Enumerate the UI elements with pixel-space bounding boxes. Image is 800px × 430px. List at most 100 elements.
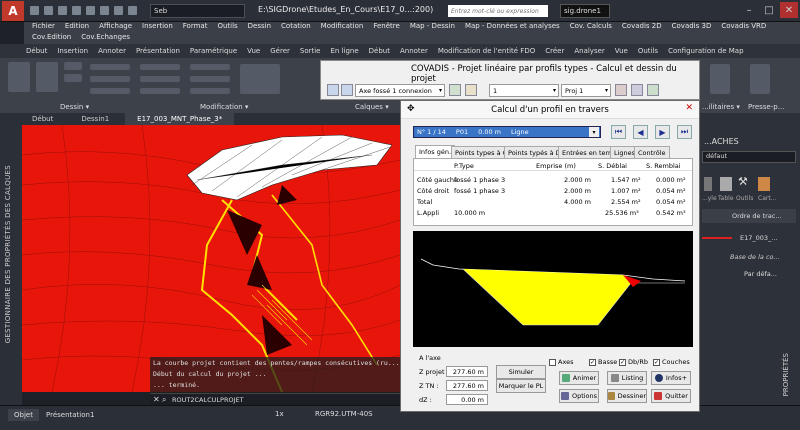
- ribbon-tab-14[interactable]: Vue: [615, 47, 628, 55]
- ribbon-tab-8[interactable]: En ligne: [330, 47, 358, 55]
- trim-tool-icon[interactable]: [190, 64, 230, 70]
- options-button[interactable]: Options: [559, 389, 599, 403]
- listing-button[interactable]: Listing: [607, 371, 647, 385]
- plot-icon[interactable]: [86, 6, 95, 15]
- ribbon-tab-3[interactable]: Présentation: [136, 47, 180, 55]
- table-row[interactable]: Côté droit fossé 1 phase 3 2.000 m 1.007…: [414, 187, 692, 196]
- table-row[interactable]: Total 4.000 m 2.554 m² 0.054 m²: [414, 198, 692, 207]
- menu-item-row2-1[interactable]: Cov.Echanges: [81, 33, 130, 44]
- menu-item-12[interactable]: Cov. Calculs: [570, 22, 612, 33]
- menu-item-9[interactable]: Fenêtre: [373, 22, 399, 33]
- ribbon-tab-10[interactable]: Annoter: [400, 47, 428, 55]
- dessiner-button[interactable]: Dessiner: [607, 389, 647, 403]
- tab-dessin1[interactable]: Dessin1: [69, 113, 121, 125]
- ztn-input[interactable]: 277.60 m: [446, 380, 488, 391]
- project-select[interactable]: Proj 1: [561, 84, 611, 97]
- drawing-canvas[interactable]: [22, 125, 400, 392]
- prev-profile-button[interactable]: ◀: [633, 125, 648, 139]
- circle-tool-icon[interactable]: [64, 62, 82, 70]
- menu-item-6[interactable]: Dessin: [248, 22, 271, 33]
- ribbon-tab-4[interactable]: Paramétrique: [190, 47, 237, 55]
- redo-icon[interactable]: [114, 6, 123, 15]
- layer-item-default[interactable]: Par défa...: [744, 270, 777, 278]
- menu-item-7[interactable]: Cotation: [281, 22, 311, 33]
- menu-item-13[interactable]: Covadis 2D: [622, 22, 662, 33]
- stretch-tool-icon[interactable]: [90, 88, 130, 94]
- menu-item-14[interactable]: Covadis 3D: [672, 22, 712, 33]
- settings-icon[interactable]: [647, 84, 659, 96]
- layer-properties-palette[interactable]: GESTIONNAIRE DES PROPRIÉTÉS DES CALQUES: [0, 125, 22, 405]
- profile-select[interactable]: N° 1 / 14 P01 0.00 m Ligne ▾: [413, 126, 601, 138]
- menu-item-15[interactable]: Covadis VRD: [721, 22, 766, 33]
- copy-tool-icon[interactable]: [90, 76, 130, 82]
- minimize-icon[interactable]: –: [740, 2, 758, 18]
- menu-item-3[interactable]: Insertion: [142, 22, 173, 33]
- scale-tool-icon[interactable]: [140, 88, 180, 94]
- layer-item-e17[interactable]: E17_003_...: [740, 234, 777, 242]
- checkbox-dbrb[interactable]: ✓: [619, 358, 626, 366]
- paste-icon[interactable]: [750, 64, 770, 94]
- menu-item-0[interactable]: Fichier: [32, 22, 55, 33]
- edit-icon[interactable]: [465, 84, 477, 96]
- dz-input[interactable]: 0.00 m: [446, 394, 488, 405]
- user-account[interactable]: sig.drone1: [560, 4, 610, 18]
- save-icon[interactable]: [58, 6, 67, 15]
- coord-system[interactable]: RGR92.UTM-40S: [315, 410, 373, 418]
- tab-debut[interactable]: Début: [20, 113, 65, 125]
- tab-points-d[interactable]: Points typés à D: [504, 146, 565, 158]
- table-icon[interactable]: [720, 177, 732, 191]
- command-line[interactable]: ✕ ⌕ ROUT2CALCULPROJET: [150, 393, 400, 405]
- marquer-pl-button[interactable]: Marquer le PL: [496, 379, 546, 393]
- first-profile-button[interactable]: ⏮: [611, 125, 626, 139]
- menu-item-8[interactable]: Modification: [321, 22, 364, 33]
- ribbon-tab-1[interactable]: Insertion: [57, 47, 88, 55]
- animer-button[interactable]: Animer: [559, 371, 599, 385]
- search-icon[interactable]: ⌕: [162, 395, 166, 405]
- couches-checkbox[interactable]: ✓ Couches: [653, 358, 690, 366]
- last-profile-button[interactable]: ⏭: [677, 125, 692, 139]
- ribbon-tab-11[interactable]: Modification de l'entité FDO: [438, 47, 535, 55]
- next-profile-button[interactable]: ▶: [655, 125, 670, 139]
- menu-item-row2-0[interactable]: Cov.Edition: [32, 33, 71, 44]
- menu-item-5[interactable]: Outils: [217, 22, 237, 33]
- ribbon-tab-5[interactable]: Vue: [247, 47, 260, 55]
- ribbon-tab-7[interactable]: Sortie: [300, 47, 321, 55]
- table-row[interactable]: L.Appli 10.000 m 25.536 m³ 0.542 m³: [414, 209, 692, 218]
- dbrb-checkbox[interactable]: ✓ Db/Rb: [619, 358, 648, 366]
- basse-checkbox[interactable]: ✓ Basse: [589, 358, 617, 366]
- right-panel-dropdown[interactable]: défaut: [702, 151, 796, 163]
- zprojet-input[interactable]: 277.60 m: [446, 366, 488, 377]
- tools-icon[interactable]: ⚒: [738, 175, 748, 188]
- menu-item-2[interactable]: Affichage: [99, 22, 132, 33]
- calc-icon[interactable]: [615, 84, 627, 96]
- maximize-icon[interactable]: □: [760, 2, 778, 18]
- close-icon[interactable]: ✕: [780, 2, 798, 18]
- polyline-tool-icon[interactable]: [36, 62, 58, 92]
- ribbon-tab-12[interactable]: Créer: [545, 47, 564, 55]
- checkbox-basse[interactable]: ✓: [589, 358, 596, 366]
- draw-order-button[interactable]: Ordre de trac...: [702, 209, 796, 223]
- match-icon[interactable]: [128, 6, 137, 15]
- save-as-icon[interactable]: [72, 6, 81, 15]
- menu-item-11[interactable]: Map - Données et analyses: [465, 22, 560, 33]
- ribbon-tab-2[interactable]: Annoter: [98, 47, 126, 55]
- scale-indicator[interactable]: 1x: [275, 410, 284, 418]
- menu-item-1[interactable]: Edition: [65, 22, 89, 33]
- tab-e17-003[interactable]: E17_003_MNT_Phase_3*: [125, 113, 235, 125]
- axes-checkbox[interactable]: Axes: [549, 358, 573, 366]
- menu-item-4[interactable]: Format: [183, 22, 208, 33]
- measure-icon[interactable]: [710, 64, 730, 94]
- profile-icon[interactable]: [341, 84, 353, 96]
- table-row[interactable]: Côté gauche fossé 1 phase 3 2.000 m 1.54…: [414, 176, 692, 185]
- undo-icon[interactable]: [100, 6, 109, 15]
- panel-modification[interactable]: Modification ▾: [200, 103, 248, 113]
- array-tool-icon[interactable]: [190, 88, 230, 94]
- dialog-close-icon[interactable]: ✕: [685, 103, 693, 113]
- close-command-icon[interactable]: ✕: [153, 395, 160, 404]
- search-input[interactable]: [448, 5, 548, 17]
- ribbon-tab-15[interactable]: Outils: [638, 47, 658, 55]
- simuler-button[interactable]: Simuler: [496, 365, 546, 379]
- axis-select[interactable]: Axe fossé 1 connexion: [355, 84, 445, 97]
- tab-objet[interactable]: Objet: [8, 409, 39, 421]
- section-icon[interactable]: [449, 84, 461, 96]
